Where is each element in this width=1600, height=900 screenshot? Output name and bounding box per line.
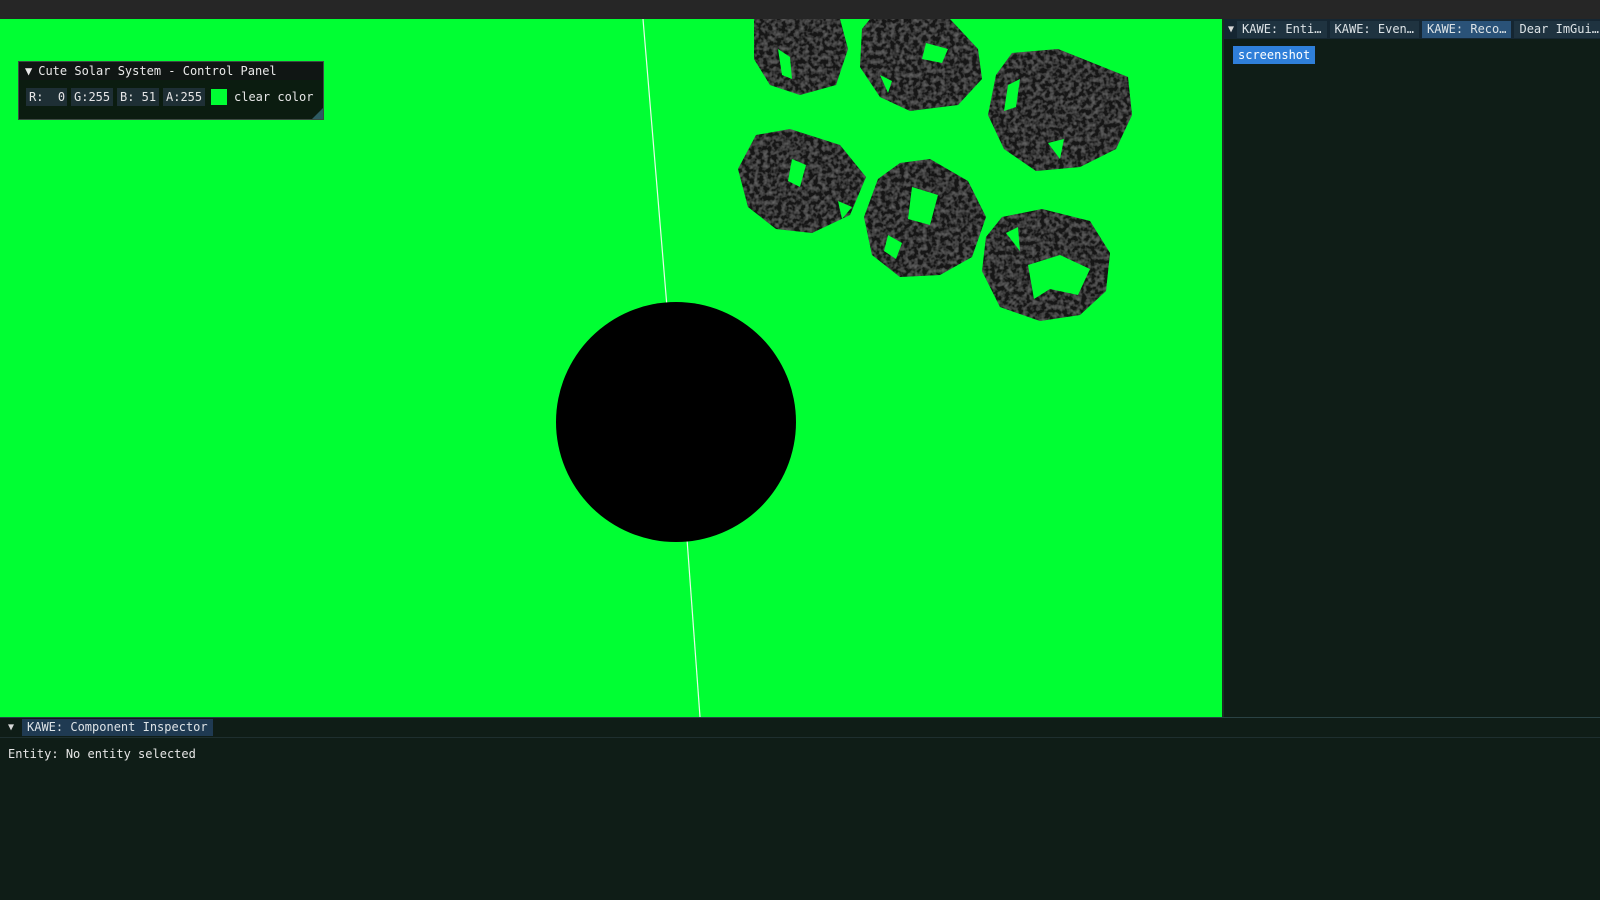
blue-channel-field[interactable]: B: 51 <box>117 88 159 106</box>
bottom-dock-panel: ▼ KAWE: Component Inspector Entity: No e… <box>0 717 1600 900</box>
tab-dear-imgui[interactable]: Dear ImGui… <box>1514 20 1600 38</box>
clear-color-label: clear color <box>234 90 314 104</box>
entity-label: Entity: <box>8 747 59 761</box>
control-panel-title: Cute Solar System - Control Panel <box>38 64 277 78</box>
dock-menu-icon[interactable]: ▼ <box>4 722 18 733</box>
tab-component-inspector[interactable]: KAWE: Component Inspector <box>22 719 213 736</box>
clear-color-swatch[interactable] <box>211 89 227 105</box>
dock-menu-icon[interactable]: ▼ <box>1228 24 1234 35</box>
control-panel-window[interactable]: ▼ Cute Solar System - Control Panel R: 0… <box>18 61 324 120</box>
planet-sphere[interactable] <box>556 302 796 542</box>
tab-events[interactable]: KAWE: Even… <box>1329 20 1419 38</box>
clear-color-row: R: 0 G:255 B: 51 A:255 clear color <box>19 80 323 106</box>
tab-recorder[interactable]: KAWE: Reco… <box>1422 20 1512 38</box>
entity-value: No entity selected <box>65 747 196 761</box>
right-dock-panel: ▼ KAWE: Enti… KAWE: Even… KAWE: Reco… De… <box>1222 19 1600 717</box>
alpha-channel-field[interactable]: A:255 <box>163 88 205 106</box>
bottom-dock-tab-bar: ▼ KAWE: Component Inspector <box>0 718 1600 738</box>
entity-status-line: Entity: No entity selected <box>8 747 196 761</box>
scene-canvas[interactable] <box>0 19 1222 717</box>
resize-grip-icon[interactable] <box>312 108 323 119</box>
collapse-triangle-icon[interactable]: ▼ <box>25 64 32 78</box>
control-panel-title-bar[interactable]: ▼ Cute Solar System - Control Panel <box>19 62 323 80</box>
right-dock-tab-bar: ▼ KAWE: Enti… KAWE: Even… KAWE: Reco… De… <box>1224 19 1600 39</box>
screenshot-button[interactable]: screenshot <box>1233 46 1316 64</box>
asteroid[interactable] <box>982 209 1110 321</box>
window-top-bar <box>0 0 1600 19</box>
tab-entities[interactable]: KAWE: Enti… <box>1237 20 1327 38</box>
green-channel-field[interactable]: G:255 <box>71 88 113 106</box>
render-viewport[interactable]: ▼ Cute Solar System - Control Panel R: 0… <box>0 19 1222 717</box>
red-channel-field[interactable]: R: 0 <box>26 88 67 106</box>
